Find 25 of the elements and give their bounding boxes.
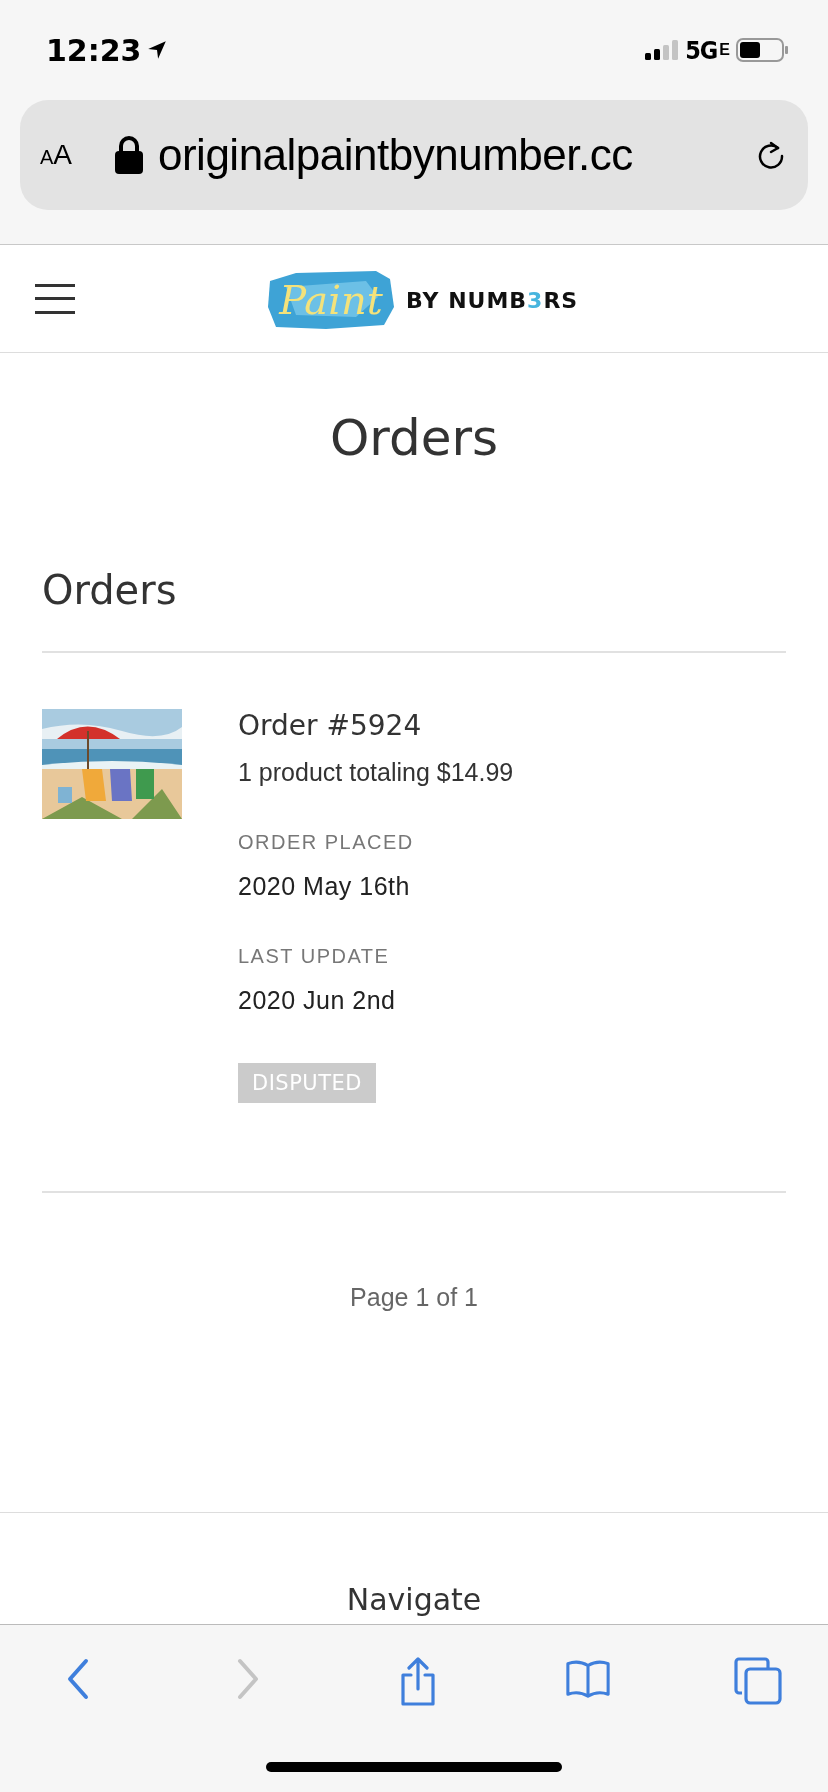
footer-heading: Navigate xyxy=(346,1582,482,1618)
section-title: Orders xyxy=(42,567,178,613)
order-summary: 1 product totaling $14.99 xyxy=(238,758,514,787)
pagination-text: Page 1 of 1 xyxy=(349,1283,479,1312)
lock-icon xyxy=(114,135,144,175)
menu-icon[interactable] xyxy=(35,283,75,314)
share-icon[interactable] xyxy=(398,1657,438,1707)
address-bar[interactable]: AA originalpaintbynumber.cc xyxy=(20,100,808,210)
reload-icon[interactable] xyxy=(756,140,786,170)
back-icon[interactable] xyxy=(66,1657,90,1701)
signal-icon xyxy=(645,40,680,60)
status-time: 12:23 xyxy=(46,32,142,68)
last-update-label: LAST UPDATE xyxy=(238,945,390,968)
network-label: 5G xyxy=(685,35,718,65)
url-text: originalpaintbynumber.cc xyxy=(158,130,634,180)
text-size-button[interactable]: AA xyxy=(40,139,100,171)
page-title: Orders xyxy=(328,409,500,467)
logo-wordmark[interactable]: BY NUMB3RS xyxy=(406,287,579,313)
order-placed-date: 2020 May 16th xyxy=(238,872,410,901)
order-number[interactable]: Order #5924 xyxy=(238,709,422,742)
network-suffix: E xyxy=(719,41,730,59)
last-update-date: 2020 Jun 2nd xyxy=(238,986,396,1015)
tabs-icon[interactable] xyxy=(734,1657,782,1705)
battery-icon xyxy=(736,38,788,62)
order-placed-label: ORDER PLACED xyxy=(238,831,414,854)
